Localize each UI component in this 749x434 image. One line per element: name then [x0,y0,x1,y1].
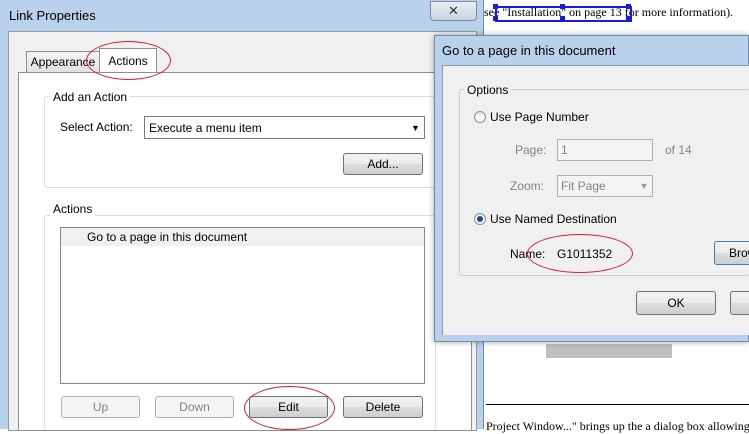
document-gray-block [546,344,672,358]
select-action-label: Select Action: [60,120,133,134]
down-button-label: Down [179,400,210,414]
add-button-label: Add... [367,157,399,171]
page-number-field[interactable]: 1 [557,139,653,161]
use-page-number-label: Use Page Number [490,110,589,124]
dialog-title: Go to a page in this document [442,43,616,58]
document-rule [486,404,749,405]
down-button[interactable]: Down [155,396,234,418]
delete-button-label: Delete [365,400,401,414]
page-count-label: of 14 [665,143,692,157]
ok-button-label: OK [667,296,685,310]
window-title: Link Properties [9,8,96,23]
radio-selected-dot [477,216,483,222]
chevron-down-icon: ▼ [639,181,649,191]
use-named-destination-radio[interactable] [474,213,486,225]
highlight-ellipse [527,234,633,273]
select-action-value: Execute a menu item [149,120,262,135]
options-group-label: Options [464,83,512,97]
up-button[interactable]: Up [61,396,140,418]
delete-button[interactable]: Delete [343,396,423,418]
selection-handle[interactable] [560,4,565,9]
cancel-button[interactable] [730,291,749,315]
browse-button-clip: Browse... [714,241,749,265]
use-named-destination-label: Use Named Destination [490,212,617,226]
page-number-value: 1 [561,143,568,157]
selection-handle[interactable] [493,4,498,9]
cancel-button-clip [730,291,749,315]
close-button[interactable]: ✕ [430,1,477,21]
use-page-number-radio[interactable] [474,111,486,123]
highlight-ellipse [86,41,171,80]
zoom-label: Zoom: [510,179,545,193]
selection-handle[interactable] [626,4,631,9]
browse-button-label: Browse... [729,246,749,260]
selection-handle[interactable] [626,16,631,21]
zoom-value: Fit Page [561,179,606,193]
selection-handle[interactable] [493,16,498,21]
page-label: Page: [515,143,547,157]
actions-list[interactable]: Go to a page in this document [60,227,425,384]
add-action-group-label: Add an Action [50,90,131,104]
select-action-dropdown[interactable]: Execute a menu item ▼ [144,116,425,139]
up-button-label: Up [92,400,109,414]
highlight-ellipse [244,386,335,430]
add-button[interactable]: Add... [343,153,423,175]
document-text-bottom: Project Window..." brings up the a dialo… [486,419,749,433]
selection-handle[interactable] [560,16,565,21]
browse-button[interactable]: Browse... [714,241,749,265]
ok-button[interactable]: OK [636,291,716,315]
list-item-label: Go to a page in this document [87,230,248,244]
zoom-dropdown[interactable]: Fit Page ▼ [557,175,653,197]
close-icon: ✕ [448,3,459,18]
list-item[interactable]: Go to a page in this document [61,228,424,246]
chevron-down-icon: ▼ [411,122,420,133]
actions-group-label: Actions [50,202,96,216]
